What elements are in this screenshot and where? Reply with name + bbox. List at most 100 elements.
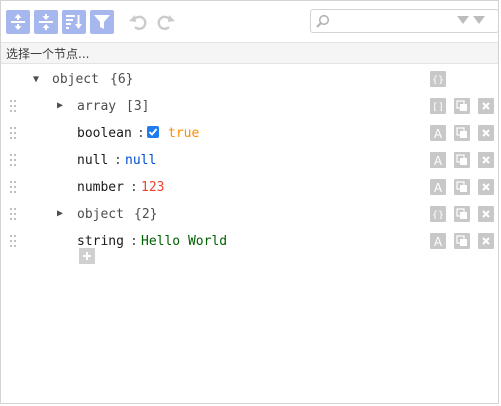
duplicate-icon [456,100,467,111]
duplicate-button[interactable] [454,152,470,168]
value-boolean[interactable]: true [168,126,199,141]
remove-button[interactable] [478,206,494,222]
value-number[interactable]: 123 [141,180,164,195]
svg-text:A: A [434,235,443,247]
type-auto-button[interactable]: A [430,179,446,195]
tree-row[interactable]: boolean : true A [1,121,498,145]
tree-row[interactable]: ▶ array [3] [] [1,94,498,118]
filter-icon [94,14,110,29]
drag-handle-icon[interactable] [10,154,16,166]
object-type-icon: {} [432,75,444,84]
value-null[interactable]: null [125,153,156,168]
separator: : [130,179,138,195]
array-type-icon: [] [432,102,444,111]
field-label[interactable]: string [77,234,124,249]
svg-text:A: A [434,181,443,193]
duplicate-button[interactable] [454,206,470,222]
remove-button[interactable] [478,98,494,114]
separator: : [130,233,138,249]
undo-icon [129,14,147,30]
svg-text:[]: [] [432,102,444,111]
append-button[interactable] [79,248,95,264]
duplicate-button[interactable] [454,125,470,141]
svg-text:A: A [434,127,443,139]
field-label[interactable]: boolean [77,126,132,141]
auto-type-icon: A [434,181,443,193]
field-label[interactable]: null [77,153,108,168]
checkmark-icon [148,128,158,136]
duplicate-button[interactable] [454,98,470,114]
type-auto-button[interactable]: A [430,233,446,249]
search-previous-icon[interactable] [473,15,485,25]
remove-icon [482,102,490,110]
auto-type-icon: A [434,235,443,247]
drag-handle-icon[interactable] [10,100,16,112]
tree-row[interactable]: null : null A [1,148,498,172]
tree-row[interactable]: number : 123 A [1,175,498,199]
redo-button[interactable] [154,10,178,34]
duplicate-icon [456,235,467,246]
remove-icon [482,156,490,164]
tree-row[interactable]: string : Hello World A [1,229,498,253]
duplicate-icon [456,208,467,219]
remove-icon [482,210,490,218]
expand-icon[interactable]: ▶ [57,209,67,219]
remove-button[interactable] [478,233,494,249]
auto-type-icon: A [434,127,443,139]
tree-row-root[interactable]: ▼ object {6} {} [1,67,498,91]
field-label[interactable]: object [77,207,124,222]
duplicate-icon [456,127,467,138]
svg-text:A: A [434,154,443,166]
redo-icon [157,14,175,30]
search-input[interactable] [334,11,444,31]
collapse-all-button[interactable] [34,9,58,34]
array-count: [3] [126,98,150,114]
duplicate-icon [456,181,467,192]
auto-type-icon: A [434,154,443,166]
remove-button[interactable] [478,179,494,195]
svg-text:{}: {} [432,75,444,84]
expand-all-button[interactable] [6,9,30,34]
remove-icon [482,129,490,137]
navigation-bar-label[interactable]: 选择一个节点... [6,45,89,62]
drag-handle-icon[interactable] [10,235,16,247]
object-type-icon: {} [432,210,444,219]
drag-handle-icon[interactable] [10,208,16,220]
separator: : [114,152,122,168]
collapse-root-icon[interactable]: ▼ [33,75,43,85]
type-auto-button[interactable]: A [430,125,446,141]
duplicate-button[interactable] [454,179,470,195]
remove-icon [482,237,490,245]
tree-row[interactable]: ▶ object {2} {} [1,202,498,226]
type-auto-button[interactable]: A [430,152,446,168]
type-array-button[interactable]: [] [430,98,446,114]
value-string[interactable]: Hello World [141,234,227,249]
duplicate-icon [456,154,467,165]
expand-icon[interactable]: ▶ [57,101,67,111]
remove-button[interactable] [478,125,494,141]
search-next-icon[interactable] [457,15,469,25]
expand-all-icon [11,13,25,30]
filter-button[interactable] [90,9,114,34]
sort-button[interactable] [62,9,86,34]
boolean-checkbox[interactable] [147,126,159,138]
collapse-all-icon [39,13,53,30]
type-object-button[interactable]: {} [430,206,446,222]
remove-icon [482,183,490,191]
root-field-label: object [52,71,99,87]
type-object-button[interactable]: {} [430,71,446,87]
plus-icon [83,252,91,260]
remove-button[interactable] [478,152,494,168]
undo-button[interactable] [126,10,150,34]
duplicate-button[interactable] [454,233,470,249]
sort-icon [66,14,82,29]
drag-handle-icon[interactable] [10,127,16,139]
object-count: {2} [134,206,158,222]
search-box [310,9,499,33]
svg-text:{}: {} [432,210,444,219]
navigation-bar: 选择一个节点... [1,42,498,64]
search-icon [316,14,330,28]
drag-handle-icon[interactable] [10,181,16,193]
field-label[interactable]: number [77,180,124,195]
field-label[interactable]: array [77,99,116,114]
